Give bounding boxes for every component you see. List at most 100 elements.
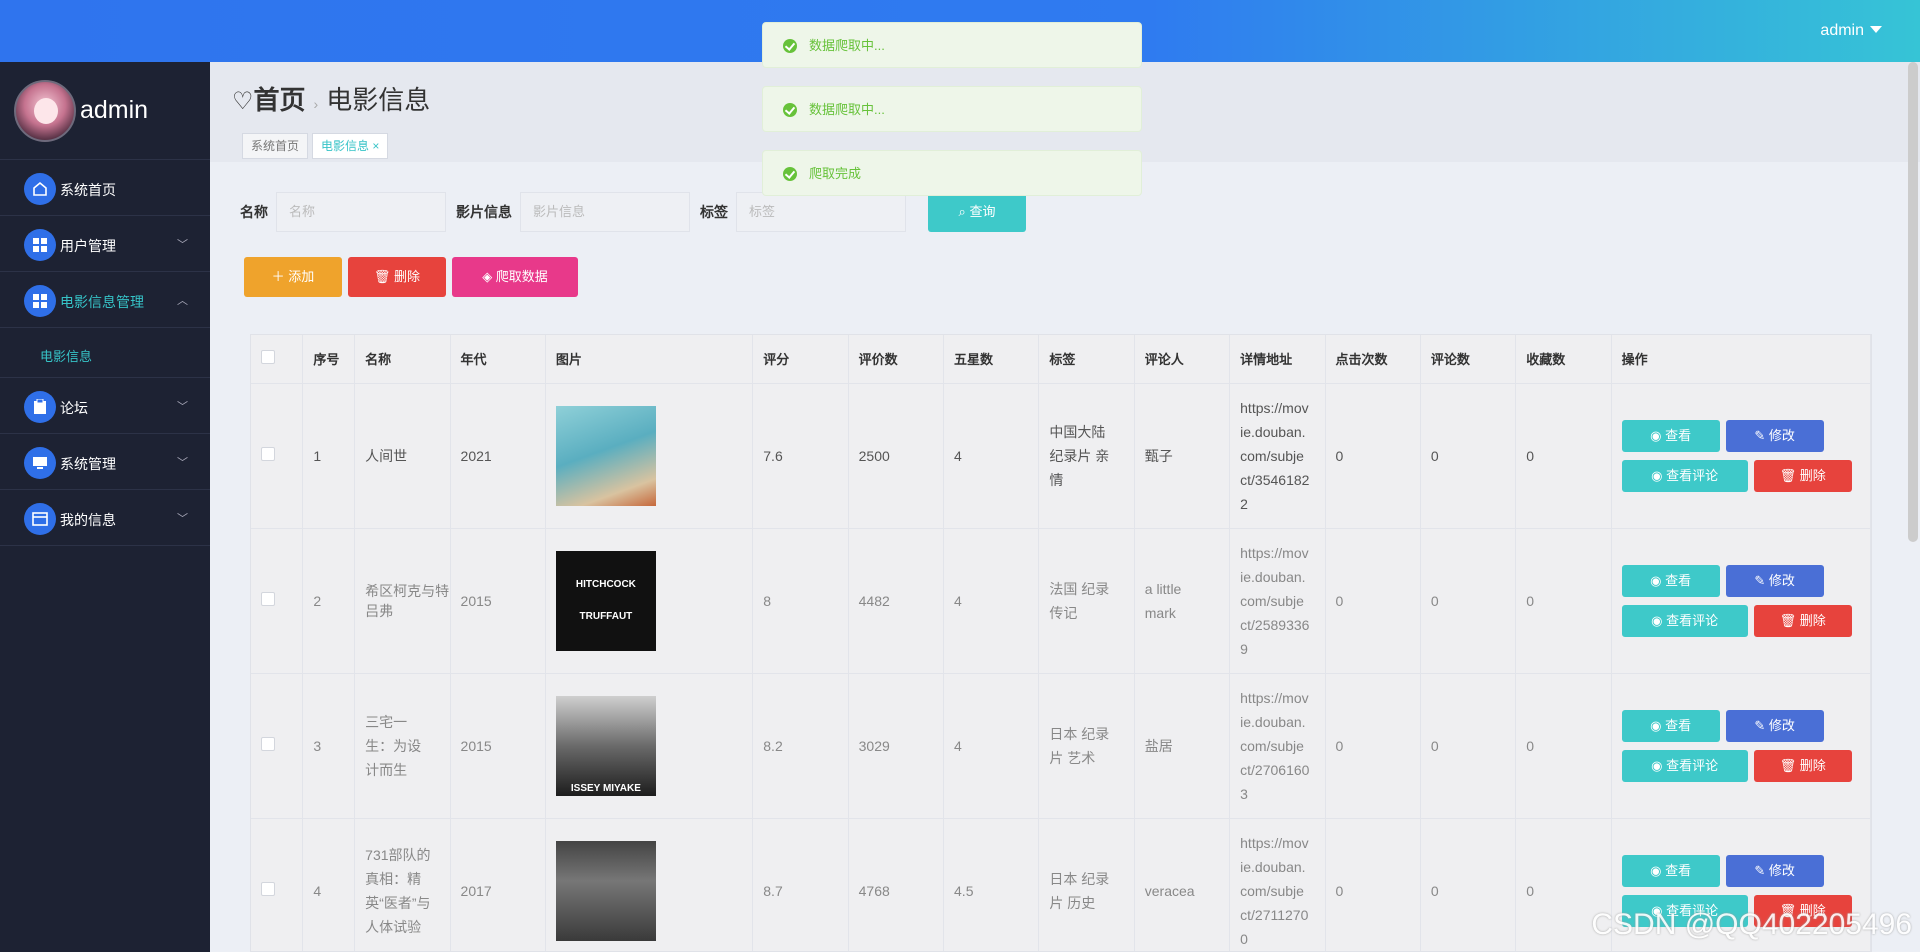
crawl-button[interactable]: ◈ 爬取数据 [452,257,578,297]
view-button-label: 查看 [1665,427,1692,443]
movie-poster: ISSEY MIYAKE [555,695,656,796]
view-comments-button[interactable]: ◉ 查看评论 [1621,604,1748,637]
grid-icon [24,285,56,317]
cell-url: https://movie.douban.com/subject/2706160… [1240,689,1310,802]
row-delete-button[interactable]: 🗑 删除 [1753,459,1852,492]
sidebar-item-forum[interactable]: 论坛 ﹀ [0,378,210,434]
cell-favs: 0 [1515,528,1612,674]
cell-comments: 0 [1420,383,1517,529]
cell-five-star: 4 [943,673,1040,819]
sidebar-item-movies[interactable]: 电影信息管理 ︿ [0,272,210,328]
page-scrollbar[interactable] [1908,62,1918,542]
col-header[interactable]: 年代 [450,335,546,384]
tab-bar: 系统首页 电影信息 × [242,133,392,159]
row-checkbox[interactable] [261,447,275,461]
edit-button[interactable]: ✎ 修改 [1725,419,1824,452]
tab-movie-info[interactable]: 电影信息 × [312,133,389,159]
action-bar: ＋ 添加 🗑 删除 ◈ 爬取数据 [244,257,584,297]
add-button[interactable]: ＋ 添加 [244,257,342,297]
view-button[interactable]: ◉ 查看 [1621,564,1720,597]
user-name: admin [1820,22,1864,39]
tag-input[interactable]: 标签 [736,192,906,232]
sidebar-item-label: 论坛 [60,400,88,416]
row-delete-label: 删除 [1799,467,1826,483]
edit-button-label: 修改 [1768,572,1795,588]
col-header[interactable]: 评论人 [1134,335,1231,384]
sidebar-item-system[interactable]: 系统管理 ﹀ [0,434,210,490]
edit-icon: ✎ [1754,427,1769,443]
view-comments-button[interactable]: ◉ 查看评论 [1621,749,1748,782]
view-button[interactable]: ◉ 查看 [1621,709,1720,742]
cell-clicks: 0 [1325,673,1421,819]
cell-favs: 0 [1515,673,1612,819]
breadcrumb: ♡首页 › 电影信息 [232,80,430,117]
col-header[interactable]: 序号 [302,335,356,384]
col-header[interactable]: 评分 [752,335,849,384]
col-header[interactable]: 标签 [1038,335,1135,384]
sidebar-item-profile[interactable]: 我的信息 ﹀ [0,490,210,546]
edit-icon: ✎ [1754,862,1769,878]
success-icon [783,103,797,117]
cell-comments: 0 [1420,528,1517,674]
row-delete-button[interactable]: 🗑 删除 [1753,749,1852,782]
edit-button-label: 修改 [1768,717,1795,733]
table-row: 2 希区柯克与特吕弗 2015 HITCHCOCK TRUFFAUT 8 4482… [251,528,1871,674]
info-label: 影片信息 [456,204,512,220]
sidebar-item-users[interactable]: 用户管理 ﹀ [0,216,210,272]
edit-button-label: 修改 [1768,862,1795,878]
cell-no: 3 [302,673,356,819]
edit-button[interactable]: ✎ 修改 [1725,564,1824,597]
edit-button[interactable]: ✎ 修改 [1725,854,1824,887]
cell-comments: 0 [1420,673,1517,819]
delete-button-label: 删除 [394,269,421,284]
col-header[interactable]: 详情地址 [1229,335,1326,384]
row-checkbox[interactable] [261,882,275,896]
col-header[interactable]: 名称 [354,335,451,384]
toast-message: 数据爬取中... [762,22,1142,68]
info-input[interactable]: 影片信息 [520,192,690,232]
col-header[interactable]: 五星数 [943,335,1040,384]
cell-reviews: 4768 [848,818,945,951]
query-button[interactable]: ⌕ 查询 [928,192,1026,232]
col-header[interactable]: 评论数 [1420,335,1517,384]
col-header[interactable]: 评价数 [848,335,945,384]
table-row: 1 人间世 2021 7.6 2500 4 中国大陆 纪录片 亲情 甄子 htt… [251,383,1871,529]
cell-url: https://movie.douban.com/subject/2711270… [1240,834,1309,947]
cell-tag: 日本 纪录 片 历史 [1049,870,1110,911]
view-button-label: 查看 [1665,572,1692,588]
tab-home[interactable]: 系统首页 [242,133,309,159]
breadcrumb-home[interactable]: 首页 [254,85,306,115]
sidebar-subitem-movie-info[interactable]: 电影信息 [0,328,210,378]
col-header[interactable]: 收藏数 [1515,335,1612,384]
cell-url: https://movie.douban.com/subject/2589336… [1240,544,1310,657]
cell-name: 希区柯克与特吕弗 [354,528,451,674]
delete-button[interactable]: 🗑 删除 [348,257,446,297]
user-menu[interactable]: admin [1820,22,1882,40]
edit-button[interactable]: ✎ 修改 [1725,709,1824,742]
sidebar-item-home[interactable]: 系统首页 [0,160,210,216]
table-header-row: 序号 名称 年代 图片 评分 评价数 五星数 标签 评论人 详情地址 点击次数 … [251,335,1871,384]
toast-message: 数据爬取中... [762,86,1142,132]
row-checkbox[interactable] [261,737,275,751]
cell-score: 7.6 [752,383,849,529]
row-checkbox[interactable] [261,592,275,606]
select-all-checkbox[interactable] [261,350,275,365]
table-row: 3 三宅一生：为设计而生 2015 ISSEY MIYAKE 8.2 3029 … [251,673,1871,819]
view-comments-button[interactable]: ◉ 查看评论 [1621,459,1748,492]
movie-poster: HITCHCOCK TRUFFAUT [555,550,656,651]
row-delete-button[interactable]: 🗑 删除 [1753,604,1852,637]
sidebar-username: admin [80,96,149,124]
view-button[interactable]: ◉ 查看 [1621,419,1720,452]
col-header[interactable]: 图片 [545,335,754,384]
cell-five-star: 4 [943,383,1040,529]
sidebar-item-label: 系统管理 [60,456,116,472]
chevron-up-icon: ︿ [177,295,188,307]
eye-icon: ◉ [1651,757,1667,773]
col-header[interactable]: 点击次数 [1325,335,1421,384]
eye-icon: ◉ [1650,717,1666,733]
chevron-down-icon: ﹀ [177,513,188,525]
chevron-down-icon: ﹀ [177,239,188,251]
view-button[interactable]: ◉ 查看 [1621,854,1720,887]
name-input[interactable]: 名称 [276,192,446,232]
poster-text: TRUFFAUT [579,610,633,622]
